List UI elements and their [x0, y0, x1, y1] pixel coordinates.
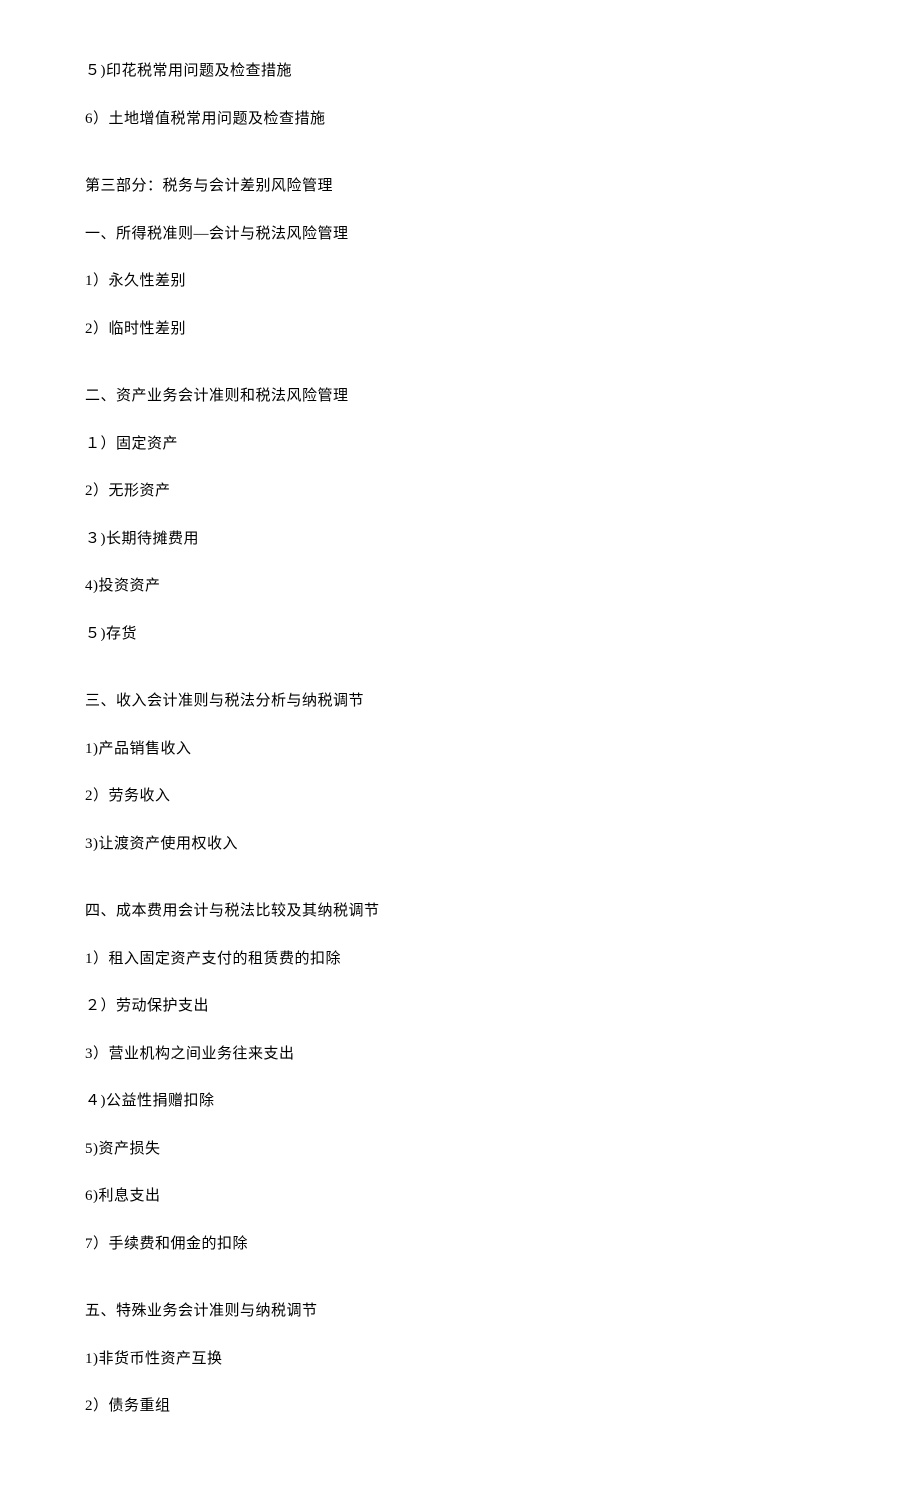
blank-line: [85, 365, 835, 385]
text-line: ５)印花税常用问题及检查措施: [85, 60, 835, 83]
text-line: 5)资产损失: [85, 1138, 835, 1161]
blank-line: [85, 1280, 835, 1300]
blank-line: [85, 670, 835, 690]
text-line: 1)产品销售收入: [85, 738, 835, 761]
section-heading: 第三部分：税务与会计差别风险管理: [85, 175, 835, 198]
text-line: 6)利息支出: [85, 1185, 835, 1208]
subsection-heading: 二、资产业务会计准则和税法风险管理: [85, 385, 835, 408]
text-line: 1）永久性差别: [85, 270, 835, 293]
document-content: ５)印花税常用问题及检查措施 6）土地增值税常用问题及检查措施 第三部分：税务与…: [85, 60, 835, 1418]
text-line: 3）营业机构之间业务往来支出: [85, 1043, 835, 1066]
subsection-heading: 五、特殊业务会计准则与纳税调节: [85, 1300, 835, 1323]
text-line: 1)非货币性资产互换: [85, 1348, 835, 1371]
blank-line: [85, 155, 835, 175]
subsection-heading: 三、收入会计准则与税法分析与纳税调节: [85, 690, 835, 713]
text-line: ２）劳动保护支出: [85, 995, 835, 1018]
text-line: 4)投资资产: [85, 575, 835, 598]
blank-line: [85, 880, 835, 900]
text-line: ５)存货: [85, 623, 835, 646]
text-line: 2）债务重组: [85, 1395, 835, 1418]
subsection-heading: 一、所得税准则—会计与税法风险管理: [85, 223, 835, 246]
text-line: 2）临时性差别: [85, 318, 835, 341]
text-line: 1）租入固定资产支付的租赁费的扣除: [85, 948, 835, 971]
text-line: 6）土地增值税常用问题及检查措施: [85, 108, 835, 131]
text-line: 2）劳务收入: [85, 785, 835, 808]
text-line: 2）无形资产: [85, 480, 835, 503]
text-line: １）固定资产: [85, 433, 835, 456]
text-line: 7）手续费和佣金的扣除: [85, 1233, 835, 1256]
text-line: 3)让渡资产使用权收入: [85, 833, 835, 856]
text-line: ４)公益性捐赠扣除: [85, 1090, 835, 1113]
text-line: ３)长期待摊费用: [85, 528, 835, 551]
subsection-heading: 四、成本费用会计与税法比较及其纳税调节: [85, 900, 835, 923]
